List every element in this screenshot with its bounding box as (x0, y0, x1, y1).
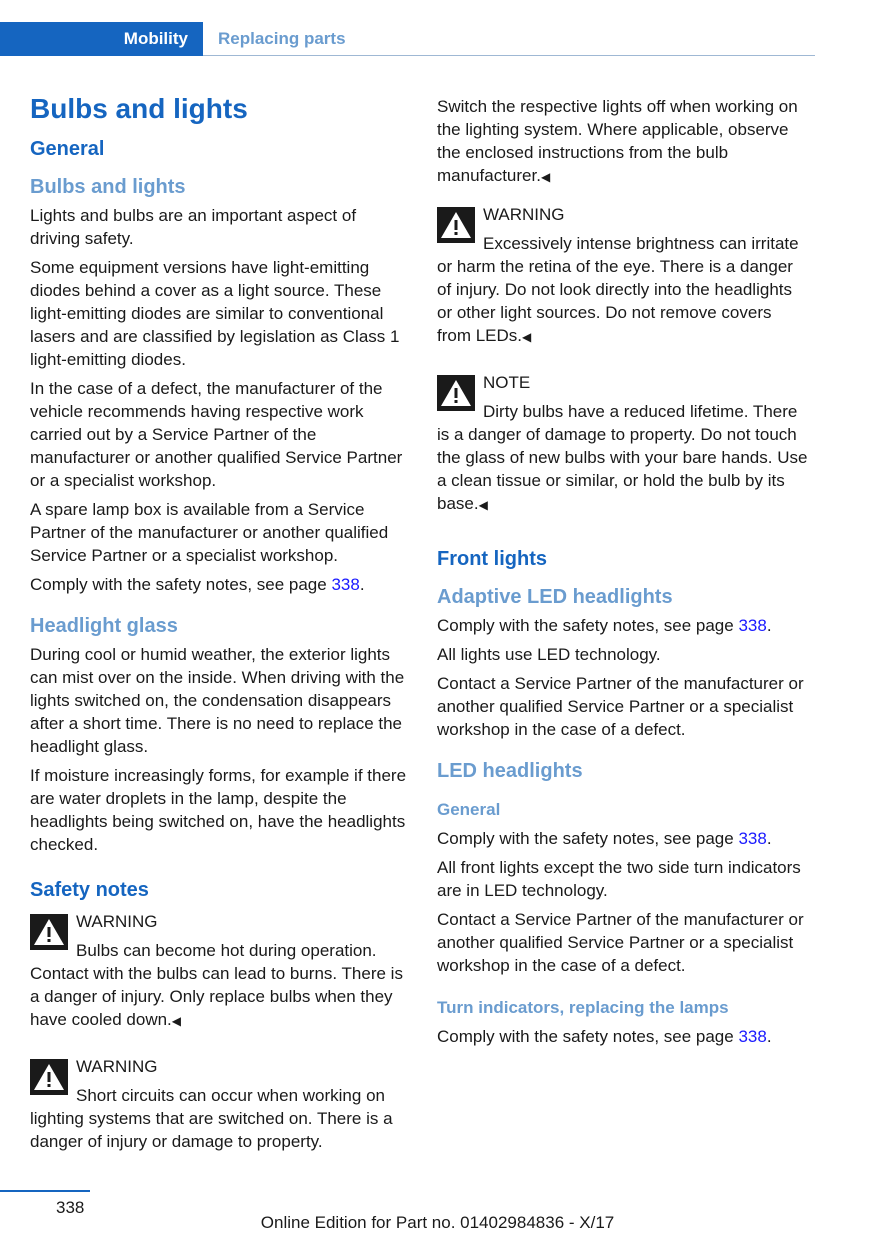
warning-triangle-icon (437, 375, 475, 411)
paragraph: Contact a Service Partner of the manufac… (437, 674, 804, 739)
warning-text: Excessively intense brightness can irrit… (437, 234, 799, 345)
left-column: Bulbs and lights General Bulbs and light… (30, 90, 408, 1175)
warning-triangle-icon (30, 1059, 68, 1095)
note-text: Dirty bulbs have a reduced lifetime. The… (437, 402, 808, 513)
warning-label: WARNING (483, 205, 565, 224)
heading-general-sub: General (437, 800, 501, 819)
warning-box: WARNING Short circuits can occur when wo… (30, 1055, 408, 1153)
paragraph: All lights use LED technology. (437, 645, 661, 664)
paragraph: A spare lamp box is available from a Ser… (30, 500, 389, 565)
warning-triangle-icon (437, 207, 475, 243)
end-mark-icon: ◀ (171, 1014, 182, 1028)
paragraph: Some equipment versions have light-emitt… (30, 258, 400, 369)
warning-box: WARNING Bulbs can become hot during oper… (30, 910, 408, 1033)
comply-text: Comply with the safety notes, see page (437, 829, 734, 848)
warning-text: Bulbs can become hot during operation. C… (30, 941, 403, 1029)
header-rule (203, 55, 815, 56)
warning-label: WARNING (76, 912, 158, 931)
heading-safety-notes: Safety notes (30, 879, 149, 901)
tab-replacing-parts-label: Replacing parts (218, 29, 346, 48)
warning-text: Short circuits can occur when working on… (30, 1086, 393, 1151)
note-label: NOTE (483, 373, 531, 392)
end-mark-icon: ◀ (478, 498, 488, 512)
end-mark-icon: ◀ (522, 330, 532, 344)
edition-footer: Online Edition for Part no. 01402984836 … (260, 1213, 615, 1232)
heading-turn-indicators: Turn indicators, replacing the lamps (437, 998, 729, 1017)
top-bar: Mobility Replacing parts (0, 22, 815, 56)
comply-text: Comply with the safety notes, see page (437, 616, 734, 635)
warning-triangle-icon (30, 914, 68, 950)
end-mark-icon: ◀ (540, 170, 551, 184)
tab-replacing-parts[interactable]: Replacing parts (218, 22, 346, 56)
heading-general: General (30, 138, 105, 160)
heading-front-lights: Front lights (437, 548, 547, 570)
paragraph: In the case of a defect, the manufacture… (30, 379, 403, 490)
paragraph: Switch the respective lights off when wo… (437, 95, 809, 189)
paragraph: All front lights except the two side tur… (437, 858, 801, 900)
comply-text: Comply with the safety notes, see page (437, 1027, 734, 1046)
footer-rule (0, 1190, 90, 1192)
paragraph-text: Switch the respective lights off when wo… (437, 97, 798, 185)
paragraph-comply: Comply with the safety notes, see page 3… (437, 616, 772, 635)
comply-text: Comply with the safety notes, see page (30, 575, 327, 594)
heading-bulbs-and-lights: Bulbs and lights (30, 176, 186, 198)
paragraph: Lights and bulbs are an important aspect… (30, 206, 357, 248)
page-link[interactable]: 338 (331, 575, 359, 594)
heading-led-headlights: LED headlights (437, 760, 583, 782)
paragraph-comply: Comply with the safety notes, see page 3… (437, 829, 772, 848)
paragraph: Contact a Service Partner of the manufac… (437, 910, 804, 975)
tab-mobility-label: Mobility (123, 29, 188, 48)
tab-mobility[interactable]: Mobility (0, 22, 203, 56)
page-link[interactable]: 338 (738, 829, 766, 848)
page-link[interactable]: 338 (738, 616, 766, 635)
page-title: Bulbs and lights (30, 93, 248, 124)
heading-headlight-glass: Headlight glass (30, 615, 178, 637)
heading-adaptive-led-headlights: Adaptive LED headlights (437, 586, 673, 608)
paragraph: If moisture increasingly forms, for exam… (30, 766, 407, 854)
page-link[interactable]: 338 (738, 1027, 766, 1046)
paragraph-comply: Comply with the safety notes, see page 3… (437, 1027, 772, 1046)
warning-label: WARNING (76, 1057, 158, 1076)
warning-box: WARNING Excessively intense brightness c… (437, 203, 809, 349)
right-column: Switch the respective lights off when wo… (437, 95, 809, 1054)
paragraph-comply: Comply with the safety notes, see page 3… (30, 575, 365, 594)
paragraph: During cool or humid weather, the exteri… (30, 645, 405, 756)
note-box: NOTE Dirty bulbs have a reduced lifetime… (437, 371, 809, 517)
